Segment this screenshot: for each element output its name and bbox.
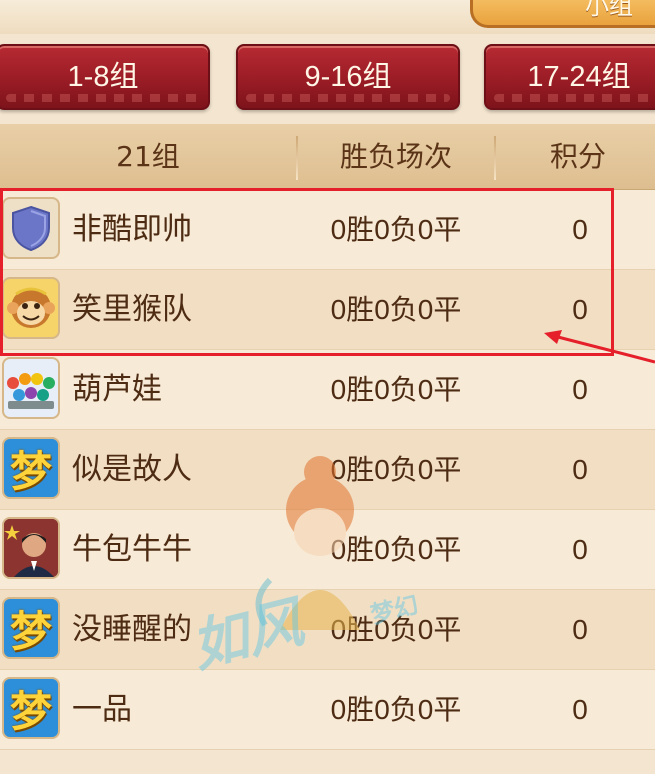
dream-logo-icon: 梦: [2, 597, 60, 659]
table-row[interactable]: 非酷即帅 0胜0负0平 0: [0, 190, 655, 270]
header-score: 积分: [549, 140, 606, 173]
team-name: 没睡醒的: [72, 612, 192, 647]
team-record: 0胜0负0平: [330, 454, 462, 485]
team-name: 葫芦娃: [72, 372, 162, 407]
monkey-icon: [2, 277, 60, 339]
dream-glyph: 梦: [9, 446, 52, 496]
team-score: 0: [572, 214, 588, 245]
team-name: 似是故人: [72, 452, 192, 487]
team-name: 笑里猴队: [72, 292, 192, 327]
dream-logo-icon: 梦: [2, 437, 60, 499]
table-row[interactable]: 梦 似是故人 0胜0负0平 0: [0, 430, 655, 510]
team-record: 0胜0负0平: [330, 534, 462, 565]
shield-icon: [2, 197, 60, 259]
header-group: 21组: [116, 140, 180, 173]
team-record: 0胜0负0平: [330, 214, 462, 245]
dream-glyph: 梦: [9, 686, 52, 736]
dream-logo-icon: 梦: [2, 677, 60, 739]
group-button-17-24[interactable]: 17-24组: [484, 44, 655, 110]
table-row[interactable]: 梦 一品 0胜0负0平 0: [0, 670, 655, 750]
group-button-9-16[interactable]: 9-16组: [236, 44, 460, 110]
team-name: 牛包牛牛: [72, 532, 192, 567]
top-tab-small-group[interactable]: 小组: [470, 0, 655, 28]
team-name: 非酷即帅: [72, 212, 192, 247]
table-row[interactable]: 牛包牛牛 0胜0负0平 0: [0, 510, 655, 590]
team-record: 0胜0负0平: [330, 294, 462, 325]
header-record: 胜负场次: [339, 140, 452, 173]
group-standings-table: 21组 胜负场次 积分 非酷即帅 0胜0负0平 0 笑里猴队 0胜0负0平 0 …: [0, 124, 655, 750]
group-button-row: 1-8组 9-16组 17-24组: [0, 44, 655, 110]
calabash-brothers-icon: [2, 357, 60, 419]
annotation-arrow-icon: [544, 330, 655, 364]
team-score: 0: [572, 614, 588, 645]
team-score: 0: [572, 454, 588, 485]
team-record: 0胜0负0平: [330, 694, 462, 725]
team-score: 0: [572, 694, 588, 725]
dream-glyph: 梦: [9, 606, 52, 656]
team-score: 0: [572, 534, 588, 565]
team-name: 一品: [72, 692, 132, 727]
group-button-1-8[interactable]: 1-8组: [0, 44, 210, 110]
table-header: 21组 胜负场次 积分: [0, 124, 655, 190]
team-record: 0胜0负0平: [330, 614, 462, 645]
team-record: 0胜0负0平: [330, 374, 462, 405]
table-row[interactable]: 梦 没睡醒的 0胜0负0平 0: [0, 590, 655, 670]
portrait-photo-icon: [2, 517, 60, 579]
